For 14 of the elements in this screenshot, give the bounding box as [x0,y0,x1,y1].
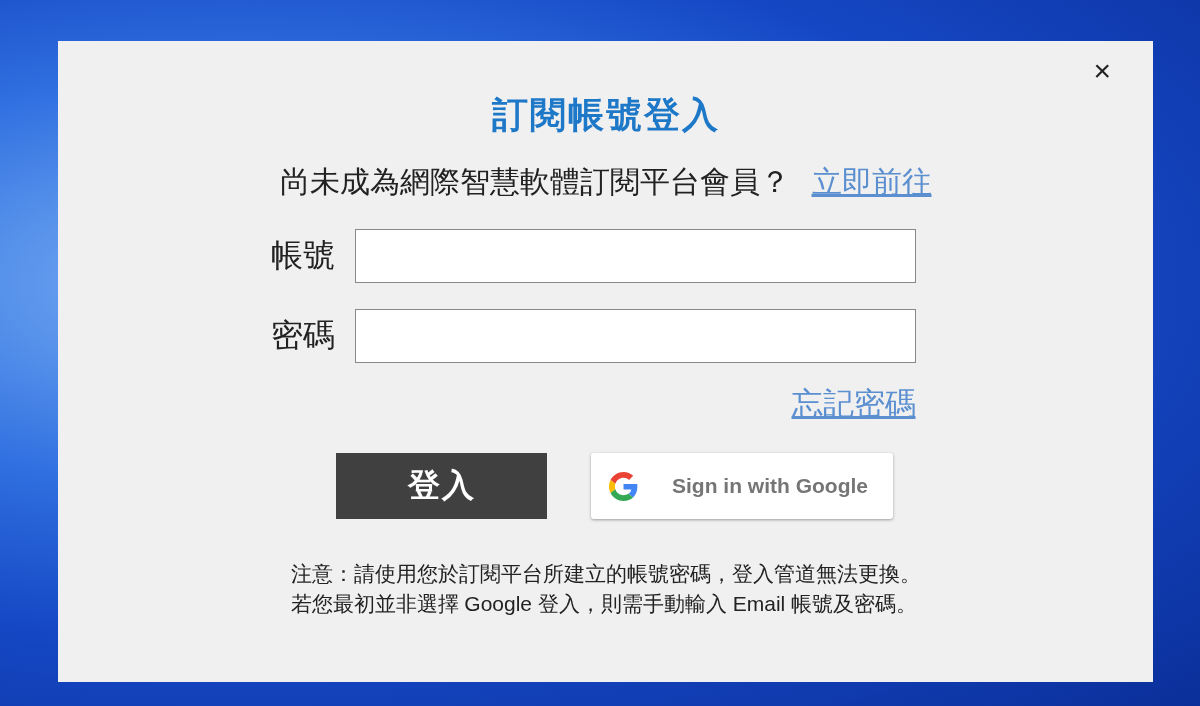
forgot-password-link[interactable]: 忘記密碼 [791,383,916,425]
input-field[interactable] [354,309,916,363]
google-logo-icon [609,471,638,501]
login-button[interactable]: 登入 [336,453,547,519]
note-text: 若您最初並非選擇 Google 登入，則需手動輸入 Email 帳號及密碼。 [290,591,919,617]
note-text: 注意：請使用您於訂閱平台所建立的帳號密碼，登入管道無法更換。 [290,561,921,587]
field-label: 帳號 [270,236,335,275]
field-label: 密碼 [270,316,335,355]
signup-link[interactable]: 立即前往 [811,162,932,203]
input-field[interactable] [354,229,916,283]
dialog-title: 訂閱帳號登入 [491,93,720,137]
close-button[interactable]: × [1089,51,1115,91]
google-signin-button[interactable]: Sign in with Google [591,453,893,519]
signup-prompt: 尚未成為網際智慧軟體訂閱平台會員？ [279,164,790,200]
